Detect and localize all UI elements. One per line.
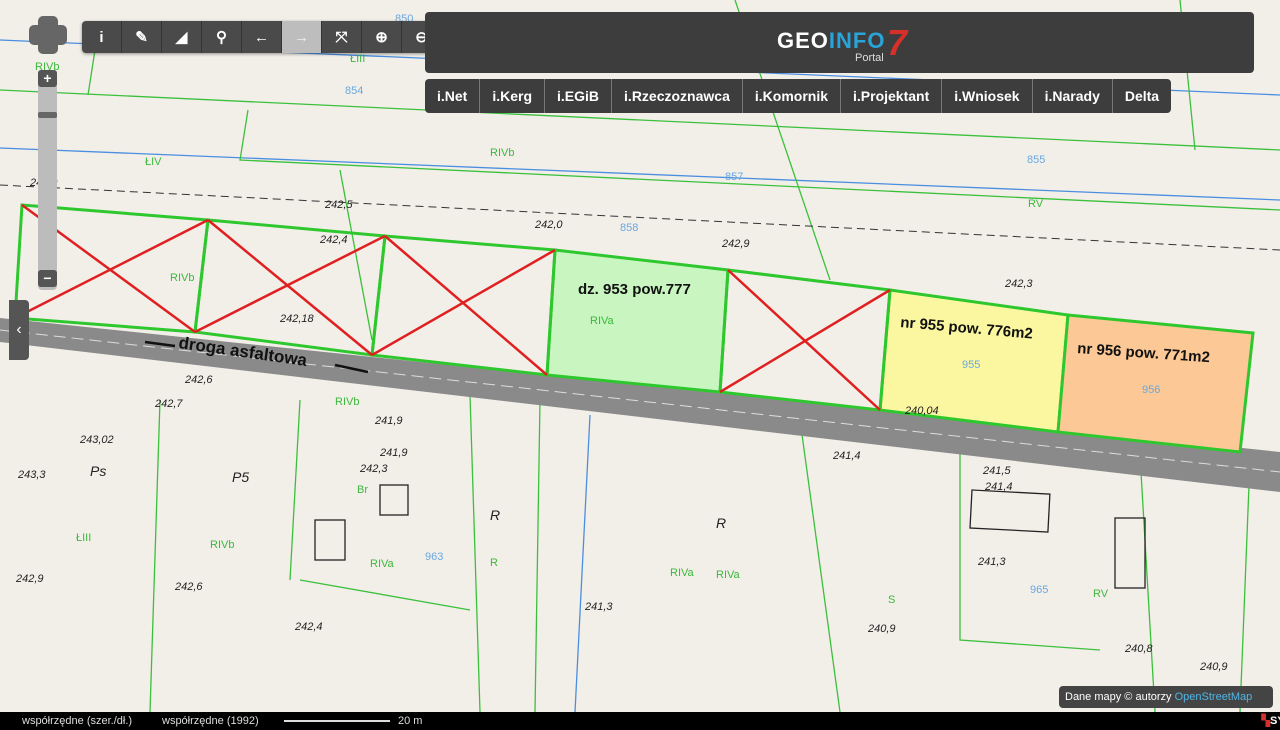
profile-icon: ◢ [175,29,188,46]
forward-arrow-icon: → [294,28,309,46]
parcel-number: 965 [1030,584,1048,596]
full-extent-icon: ⤧ [335,28,348,46]
land-class: RV [1028,198,1044,210]
land-class: RIVa [716,569,741,581]
land-class: RIVb [170,272,194,284]
land-class: S [888,594,895,606]
zoom-in-icon: ⊕ [375,29,388,46]
height-label: 242,18 [279,313,315,325]
nav-delta[interactable]: Delta [1113,79,1171,113]
land-class: RIVa [370,558,395,570]
zoom-in-button[interactable]: + [38,70,57,87]
land-class: R [490,557,498,569]
land-class: RIVb [335,396,359,408]
height-label: 242,9 [721,238,750,250]
nav-inet[interactable]: i.Net [425,79,481,113]
nav-irzeczoznawca[interactable]: i.Rzeczoznawca [612,79,743,113]
geoinfo-logo: GEOINFO 7 Portal [425,12,1254,73]
height-label: 241,9 [374,415,403,427]
height-label: 240,9 [867,623,896,635]
height-label: 242,3 [359,463,388,475]
land-class: RIVa [590,315,615,327]
zoom-out-button[interactable]: − [38,270,57,287]
height-label: 240,04 [904,405,939,417]
ruler-button[interactable]: ✎ [122,21,162,53]
coords-1992: współrzędne (1992) [162,715,259,727]
search-icon: ⚲ [216,29,227,46]
zoom-in-button[interactable]: ⊕ [362,21,402,53]
coords-wgs: współrzędne (szer./dł.) [22,715,133,727]
module-nav: i.Net i.Kerg i.EGiB i.Rzeczoznawca i.Komorni… [425,79,1172,113]
land-class: RV [1093,588,1109,600]
height-label: 242,7 [154,398,183,410]
collapse-panel-button[interactable]: ‹ [9,300,29,360]
land-class: ŁIII [76,532,91,544]
height-label: 241,5 [982,465,1011,477]
pan-control[interactable] [29,16,67,54]
nav-ikomornik[interactable]: i.Komornik [743,79,841,113]
parcel-number: 858 [620,222,638,234]
land-class: Br [357,484,368,496]
systherm-logo: ▚ SYSTHERM [1261,715,1280,727]
height-label: 242,4 [294,621,323,633]
height-label: 243,02 [79,434,114,446]
height-label: 243,3 [17,469,46,481]
height-label: 242,5 [324,199,353,211]
land-class: RIVb [490,147,514,159]
parcel-number: 963 [425,551,443,563]
height-label: 240,8 [1124,643,1153,655]
parcel-953[interactable] [545,248,730,394]
back-arrow-button[interactable]: ← [242,21,282,53]
forward-arrow-button[interactable]: → [282,21,322,53]
nav-iprojektant[interactable]: i.Projektant [841,79,943,113]
scale-bar [284,720,390,722]
height-label: 242,3 [1004,278,1033,290]
land-class: ŁIII [350,53,365,65]
height-label: 242,6 [184,374,213,386]
status-bar: współrzędne (szer./dł.) współrzędne (199… [0,712,1280,730]
parcel-number: 956 [1142,384,1160,396]
chevron-left-icon: ‹ [16,321,22,338]
profile-button[interactable]: ◢ [162,21,202,53]
height-label: 241,3 [977,556,1006,568]
map-label: Ps [90,463,106,479]
back-arrow-icon: ← [254,28,269,46]
parcel-number: 855 [1027,154,1045,166]
land-class: RIVa [670,567,695,579]
nav-iegib[interactable]: i.EGiB [545,79,613,113]
zoom-slider[interactable]: + − [38,70,57,290]
parcel-number: 955 [962,359,980,371]
map-label: R [490,507,500,523]
nav-ikerg[interactable]: i.Kerg [480,79,546,113]
parcel-953-label: dz. 953 pow.777 [578,281,691,298]
parcel-number: 854 [345,85,363,97]
info-icon: i [99,28,104,46]
nav-inarady[interactable]: i.Narady [1033,79,1113,113]
ruler-icon: ✎ [135,29,148,46]
parcel-number: 857 [725,171,743,183]
land-class: RIVb [210,539,234,551]
height-label: 242,9 [15,573,44,585]
height-label: 240,9 [1199,661,1228,673]
zoom-handle[interactable] [38,112,57,118]
height-label: 241,4 [832,450,861,462]
nav-iwniosek[interactable]: i.Wniosek [942,79,1033,113]
map-label: R [716,515,726,531]
full-extent-button[interactable]: ⤧ [322,21,362,53]
search-button[interactable]: ⚲ [202,21,242,53]
height-label: 242,0 [534,219,563,231]
scale-label: 20 m [398,715,423,727]
info-button[interactable]: i [82,21,122,53]
land-class: ŁIV [145,156,162,168]
map-label: P5 [232,469,249,485]
height-label: 242,4 [319,234,348,246]
height-label: 241,3 [584,601,613,613]
map-attribution: Dane mapy © autorzy OpenStreetMap [1059,686,1273,708]
openstreetmap-link[interactable]: OpenStreetMap [1175,691,1253,703]
height-label: 242,6 [174,581,203,593]
height-label: 241,9 [379,447,408,459]
